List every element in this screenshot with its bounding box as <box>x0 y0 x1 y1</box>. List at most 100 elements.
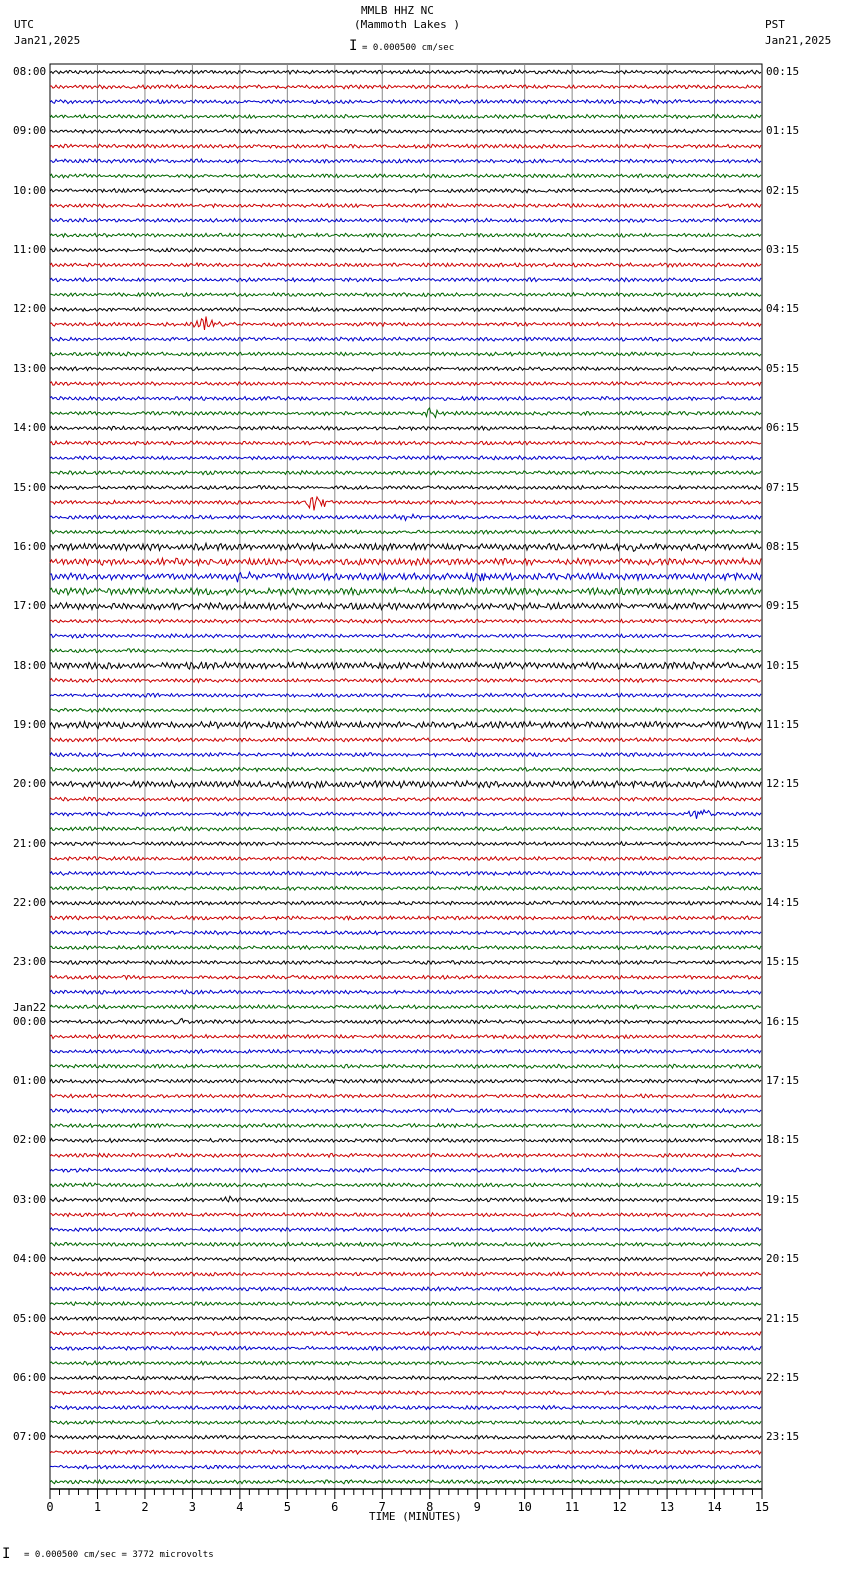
seismic-trace <box>49 291 762 298</box>
seismic-trace <box>49 1389 762 1396</box>
seismic-trace <box>49 1195 762 1203</box>
date-change-label: Jan22 <box>13 1000 47 1014</box>
seismic-trace <box>49 1434 762 1441</box>
seismic-trace <box>49 1256 762 1263</box>
pst-hour-label: 15:15 <box>766 955 800 969</box>
pst-hour-label: 16:15 <box>766 1014 800 1028</box>
footer-scale-label: = 0.000500 cm/sec = 3772 microvolts <box>24 1550 214 1560</box>
seismic-trace <box>49 825 762 832</box>
seismic-trace <box>49 1419 762 1426</box>
x-tick-label: 6 <box>331 1500 338 1514</box>
seismic-trace <box>49 454 762 461</box>
pst-hour-label: 21:15 <box>766 1311 800 1325</box>
utc-hour-label: 21:00 <box>13 836 47 850</box>
seismic-trace <box>49 1448 762 1456</box>
seismic-trace <box>49 276 762 283</box>
seismic-trace <box>49 143 762 150</box>
seismic-trace <box>49 395 762 402</box>
seismic-trace <box>49 1330 762 1337</box>
x-tick-label: 2 <box>141 1500 148 1514</box>
x-tick-label: 12 <box>612 1500 626 1514</box>
seismic-trace <box>49 660 762 671</box>
seismic-trace <box>49 855 762 862</box>
seismic-trace <box>49 633 762 640</box>
pst-hour-label: 22:15 <box>766 1370 800 1384</box>
seismic-trace <box>49 380 762 387</box>
seismic-trace <box>49 1285 762 1293</box>
utc-hour-label: 00:00 <box>13 1014 47 1028</box>
pst-hour-label: 18:15 <box>766 1133 800 1147</box>
seismic-trace <box>49 541 762 553</box>
pst-hour-label: 07:15 <box>766 480 800 494</box>
x-tick-label: 3 <box>189 1500 196 1514</box>
seismic-trace <box>49 707 762 714</box>
utc-hour-label: 10:00 <box>13 183 47 197</box>
seismic-trace <box>49 1271 762 1278</box>
seismic-trace <box>49 914 762 921</box>
seismic-trace <box>49 870 762 877</box>
seismic-trace <box>49 974 762 981</box>
seismic-trace <box>49 570 762 583</box>
pst-hour-label: 09:15 <box>766 599 800 613</box>
pst-hour-label: 08:15 <box>766 539 800 553</box>
seismic-trace <box>49 1241 762 1248</box>
seismic-trace <box>49 959 762 966</box>
seismic-trace <box>49 1464 762 1470</box>
seismic-trace <box>49 1063 762 1070</box>
seismic-trace <box>49 247 762 253</box>
seismic-trace <box>49 885 762 892</box>
x-tick-label: 1 <box>94 1500 101 1514</box>
seismic-trace <box>49 751 762 758</box>
x-tick-label: 4 <box>236 1500 243 1514</box>
seismic-trace <box>49 1167 762 1174</box>
seismic-trace <box>49 1137 762 1144</box>
seismic-trace <box>49 113 762 120</box>
pst-hour-label: 01:15 <box>766 124 800 138</box>
utc-hour-label: 05:00 <box>13 1311 47 1325</box>
utc-hour-label: 09:00 <box>13 124 47 138</box>
seismic-trace <box>49 989 762 995</box>
utc-hour-label: 12:00 <box>13 302 47 316</box>
seismic-trace <box>49 469 762 476</box>
x-tick-label: 15 <box>755 1500 769 1514</box>
pst-hour-label: 17:15 <box>766 1074 800 1088</box>
seismic-trace <box>49 647 762 654</box>
x-tick-label: 9 <box>474 1500 481 1514</box>
seismic-trace <box>49 692 762 699</box>
seismic-trace <box>49 232 762 239</box>
seismic-trace <box>49 202 762 209</box>
seismic-trace <box>49 779 762 790</box>
seismic-trace <box>49 513 762 522</box>
seismic-trace <box>49 336 762 343</box>
x-tick-label: 11 <box>565 1500 579 1514</box>
seismic-trace <box>49 1345 762 1352</box>
pst-hour-label: 05:15 <box>766 361 800 375</box>
seismic-trace <box>49 1152 762 1159</box>
footer-scale-bar-icon: I <box>2 1546 11 1562</box>
seismic-trace <box>49 484 762 491</box>
seismic-trace <box>49 840 762 847</box>
pst-hour-label: 03:15 <box>766 243 800 257</box>
pst-hour-label: 04:15 <box>766 302 800 316</box>
seismic-trace <box>49 98 762 105</box>
seismic-trace <box>49 586 762 597</box>
seismic-trace <box>49 796 762 803</box>
utc-hour-label: 14:00 <box>13 421 47 435</box>
seismic-trace <box>49 529 762 536</box>
seismic-trace <box>49 736 762 743</box>
seismic-trace <box>49 407 762 419</box>
x-axis-label: TIME (MINUTES) <box>369 1510 462 1523</box>
seismic-trace <box>49 1360 762 1367</box>
seismic-trace <box>49 900 762 907</box>
utc-hour-label: 01:00 <box>13 1074 47 1088</box>
seismic-trace <box>49 316 762 330</box>
seismic-trace <box>49 944 762 951</box>
seismic-trace <box>49 1374 762 1381</box>
x-tick-label: 0 <box>46 1500 53 1514</box>
x-tick-label: 14 <box>707 1500 721 1514</box>
seismic-trace <box>49 1033 762 1040</box>
seismic-trace <box>50 217 762 224</box>
pst-hour-label: 14:15 <box>766 896 800 910</box>
utc-hour-label: 03:00 <box>13 1192 47 1206</box>
seismic-trace <box>49 306 762 313</box>
